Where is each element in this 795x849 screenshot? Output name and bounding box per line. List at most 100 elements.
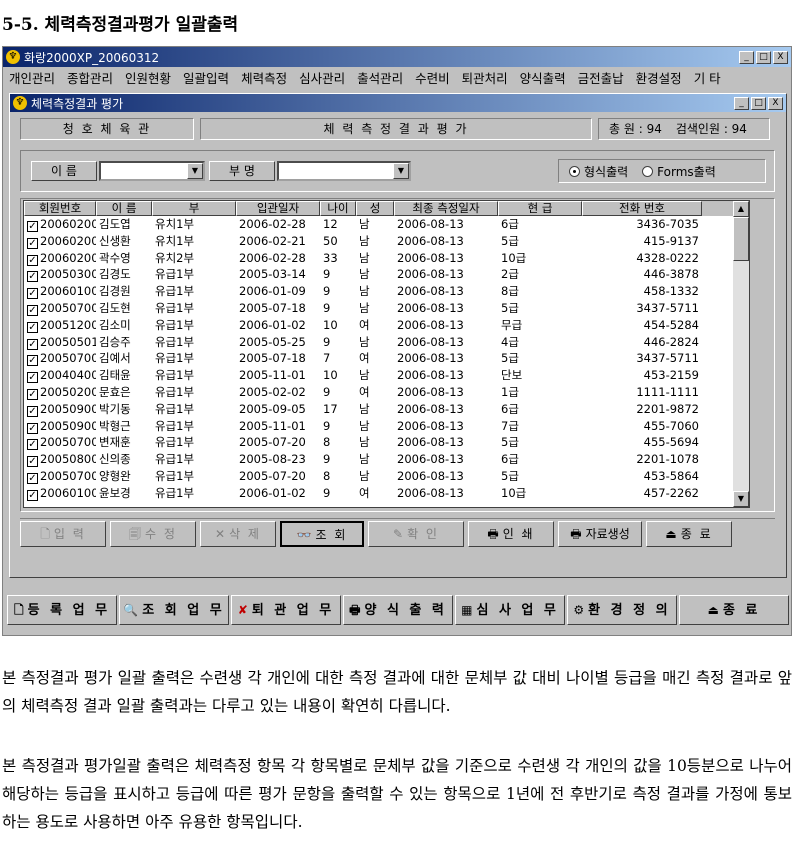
column-header[interactable]: 전화 번호: [582, 201, 702, 216]
column-header[interactable]: 나이: [320, 201, 356, 216]
checkbox-checked-icon[interactable]: ✓: [27, 338, 38, 350]
maximize-button[interactable]: □: [756, 50, 771, 64]
column-header[interactable]: 현 급: [498, 201, 582, 216]
table-row[interactable]: ✓200507008양형완 유급1부 2005-07-20 8 남 2006-08-13 5…: [24, 468, 749, 485]
table-row[interactable]: ✓200507007변재훈 유급1부 2005-07-20 8 남 2006-08-13 5…: [24, 434, 749, 451]
table-row[interactable]: ✓200512003김소미 유급1부 2006-01-02 10 여 2006-08-13…: [24, 317, 749, 334]
menu-item[interactable]: 기 타: [694, 68, 721, 87]
table-row[interactable]: ✓200502001문효은 유급1부 2005-02-02 9 여 2006-08-13 1…: [24, 384, 749, 401]
checkbox-checked-icon[interactable]: ✓: [27, 439, 38, 451]
table-row[interactable]: ✓200601003김경원 유급1부 2006-01-09 9 남 2006-08-13 8…: [24, 283, 749, 300]
checkbox-checked-icon[interactable]: ✓: [27, 221, 38, 232]
radio-format-output[interactable]: 형식출력: [569, 163, 628, 180]
checkbox-checked-icon[interactable]: ✓: [27, 355, 38, 367]
menu-item[interactable]: 개인관리: [9, 68, 55, 87]
menu-item[interactable]: 일괄입력: [183, 68, 229, 87]
lookup-task-button[interactable]: 🔍 조 회 업 무: [119, 595, 229, 625]
vertical-scrollbar[interactable]: ▲ ▼: [733, 201, 749, 507]
table-cell: 남: [359, 435, 370, 450]
menu-item[interactable]: 퇴관처리: [462, 68, 508, 87]
scroll-down-icon[interactable]: ▼: [733, 491, 749, 507]
menu-item[interactable]: 출석관리: [357, 68, 403, 87]
table-row[interactable]: ✓200508005신의종 유급1부 2005-08-23 9 남 2006-08-13 6…: [24, 451, 749, 468]
exit-button[interactable]: ⏏ 종 료: [646, 521, 732, 547]
minimize-button[interactable]: _: [739, 50, 754, 64]
radio-forms-output[interactable]: Forms출력: [642, 163, 716, 180]
menu-item[interactable]: 수련비: [415, 68, 450, 87]
input-button[interactable]: 🗋 입 력: [20, 521, 106, 547]
table-cell: 446-3878: [643, 267, 699, 282]
table-row[interactable]: ✓200602003곽수영 유치2부 2006-02-28 33 남 2006-08-13…: [24, 250, 749, 267]
checkbox-checked-icon[interactable]: ✓: [27, 304, 38, 316]
table-row[interactable]: ✓200503006김경도 유급1부 2005-03-14 9 남 2006-08-13 2…: [24, 266, 749, 283]
form-output-button[interactable]: 🖶 양 식 출 력: [343, 595, 453, 625]
page-icon: 🗋: [13, 603, 24, 617]
register-task-button[interactable]: 🗋 등 록 업 무: [7, 595, 117, 625]
table-row[interactable]: ✓200505013김승주 유급1부 2005-05-25 9 남 2006-08-13 4…: [24, 334, 749, 351]
confirm-button[interactable]: ✎ 확 인: [368, 521, 464, 547]
menu-item[interactable]: 금전출납: [578, 68, 624, 87]
scroll-thumb[interactable]: [733, 217, 749, 261]
menu-item[interactable]: 체력측정: [241, 68, 287, 87]
member-grid[interactable]: 회원번호이 름부입관일자나이성최종 측정일자현 급전화 번호 ✓20060200…: [23, 200, 750, 508]
scroll-up-icon[interactable]: ▲: [733, 201, 749, 217]
menu-item[interactable]: 인원현황: [125, 68, 171, 87]
table-cell: 3436-7035: [636, 217, 699, 231]
print-button[interactable]: 🖶 인 쇄: [468, 521, 554, 547]
column-header[interactable]: 이 름: [96, 201, 152, 216]
generate-data-button[interactable]: 🖶 자료생성: [558, 521, 642, 547]
table-cell: 3437-5711: [636, 351, 699, 366]
chevron-down-icon[interactable]: ▼: [393, 163, 409, 179]
exam-task-button[interactable]: ▦ 심 사 업 무: [455, 595, 565, 625]
table-row[interactable]: ✓200509002박기동 유급1부 2005-09-05 17 남 2006-08-13…: [24, 401, 749, 418]
checkbox-checked-icon[interactable]: ✓: [27, 405, 38, 417]
checkbox-checked-icon[interactable]: ✓: [27, 372, 38, 384]
column-header[interactable]: 성: [356, 201, 394, 216]
table-cell: 9: [323, 267, 331, 282]
checkbox-checked-icon[interactable]: ✓: [27, 388, 38, 400]
child-minimize-button[interactable]: _: [734, 96, 749, 110]
menu-item[interactable]: 종합관리: [67, 68, 113, 87]
table-row[interactable]: ✓200602004김도엽 유치1부 2006-02-28 12 남 2006-08-13…: [24, 216, 749, 233]
settings-button[interactable]: ⚙ 환 경 정 의: [567, 595, 677, 625]
table-row[interactable]: ✓200507001김도현 유급1부 2005-07-18 9 남 2006-08-13 5…: [24, 300, 749, 317]
checkbox-checked-icon[interactable]: ✓: [27, 271, 38, 283]
menu-item[interactable]: 심사관리: [299, 68, 345, 87]
checkbox-checked-icon[interactable]: ✓: [27, 237, 38, 249]
chevron-down-icon[interactable]: ▼: [187, 163, 203, 179]
table-row[interactable]: ✓200509001박형근 유급1부 2005-11-01 9 남 2006-08-13 7…: [24, 418, 749, 435]
table-cell: 2201-1078: [636, 452, 699, 467]
menu-item[interactable]: 환경설정: [636, 68, 682, 87]
dept-label: 부 명: [209, 161, 275, 181]
dept-combo[interactable]: ▼: [277, 161, 411, 181]
table-cell: 7급: [501, 418, 519, 433]
edit-button[interactable]: 🗐 수 정: [110, 521, 196, 547]
checkbox-checked-icon[interactable]: ✓: [27, 489, 38, 501]
search-button[interactable]: 👓 조 회: [280, 521, 364, 547]
name-combo[interactable]: ▼: [99, 161, 205, 181]
child-close-button[interactable]: X: [768, 96, 783, 110]
table-row[interactable]: ✓200404007김태윤 유급1부 2005-11-01 10 남 2006-08-13…: [24, 367, 749, 384]
checkbox-checked-icon[interactable]: ✓: [27, 254, 38, 266]
menu-item[interactable]: 양식출력: [520, 68, 566, 87]
table-cell: 6급: [501, 452, 519, 467]
table-row[interactable]: ✓200602001신생환 유치1부 2006-02-21 50 남 2006-08-13…: [24, 233, 749, 250]
column-header[interactable]: 부: [152, 201, 236, 216]
checkbox-checked-icon[interactable]: ✓: [27, 472, 38, 484]
close-button[interactable]: X: [773, 50, 788, 64]
checkbox-checked-icon[interactable]: ✓: [27, 288, 38, 300]
child-maximize-button[interactable]: □: [751, 96, 766, 110]
table-cell: 2006-08-13: [397, 418, 464, 433]
table-row[interactable]: ✓200601001윤보경 유급1부 2006-01-02 9 여 2006-08-13 1…: [24, 485, 749, 502]
delete-button[interactable]: ✕ 삭 제: [200, 521, 276, 547]
quit-button[interactable]: ⏏ 종 료: [679, 595, 789, 625]
table-row[interactable]: ✓200507002김예서 유급1부 2005-07-18 7 여 2006-08-13 5…: [24, 350, 749, 367]
table-cell: ✓200601001: [27, 485, 96, 501]
column-header[interactable]: 최종 측정일자: [394, 201, 498, 216]
checkbox-checked-icon[interactable]: ✓: [27, 422, 38, 434]
checkbox-checked-icon[interactable]: ✓: [27, 456, 38, 468]
checkbox-checked-icon[interactable]: ✓: [27, 321, 38, 333]
column-header[interactable]: 회원번호: [24, 201, 96, 216]
column-header[interactable]: 입관일자: [236, 201, 320, 216]
withdraw-task-button[interactable]: ✘ 퇴 관 업 무: [231, 595, 341, 625]
